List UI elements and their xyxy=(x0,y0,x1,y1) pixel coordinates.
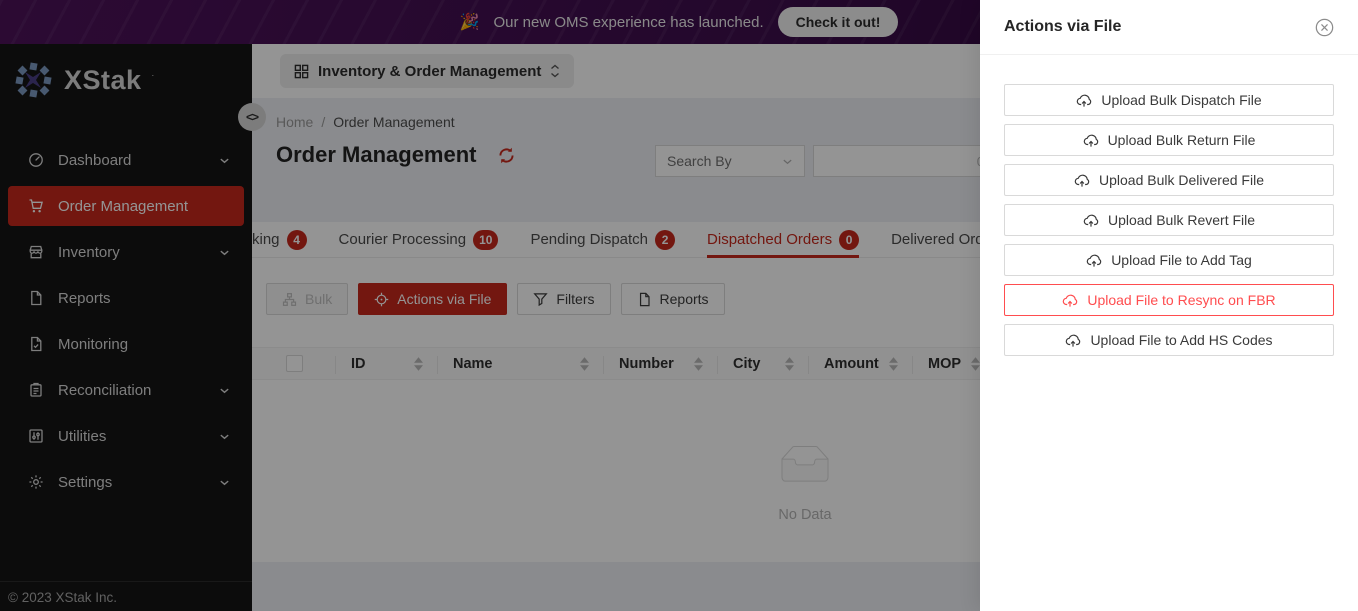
cloud-upload-icon xyxy=(1062,292,1078,308)
actions-via-file-drawer: Actions via File Upload Bulk Dispatch Fi… xyxy=(980,0,1358,611)
cloud-upload-icon xyxy=(1083,132,1099,148)
close-circle-icon xyxy=(1315,18,1334,37)
cloud-upload-icon xyxy=(1065,332,1081,348)
upload-bulk-return-file-button[interactable]: Upload Bulk Return File xyxy=(1004,124,1334,156)
app-screen: 🎉 Our new OMS experience has launched. C… xyxy=(0,0,1358,611)
upload-bulk-delivered-file-button[interactable]: Upload Bulk Delivered File xyxy=(1004,164,1334,196)
cloud-upload-icon xyxy=(1074,172,1090,188)
cloud-upload-icon xyxy=(1086,252,1102,268)
upload-file-to-add-tag-button[interactable]: Upload File to Add Tag xyxy=(1004,244,1334,276)
drawer-header: Actions via File xyxy=(980,0,1358,55)
drawer-body: Upload Bulk Dispatch File Upload Bulk Re… xyxy=(980,55,1358,385)
cloud-upload-icon xyxy=(1083,212,1099,228)
upload-bulk-dispatch-file-button[interactable]: Upload Bulk Dispatch File xyxy=(1004,84,1334,116)
cloud-upload-icon xyxy=(1076,92,1092,108)
close-drawer-button[interactable] xyxy=(1315,18,1334,37)
drawer-title: Actions via File xyxy=(1004,18,1121,36)
upload-file-to-add-hs-codes-button[interactable]: Upload File to Add HS Codes xyxy=(1004,324,1334,356)
upload-bulk-revert-file-button[interactable]: Upload Bulk Revert File xyxy=(1004,204,1334,236)
upload-file-to-resync-on-fbr-button[interactable]: Upload File to Resync on FBR xyxy=(1004,284,1334,316)
